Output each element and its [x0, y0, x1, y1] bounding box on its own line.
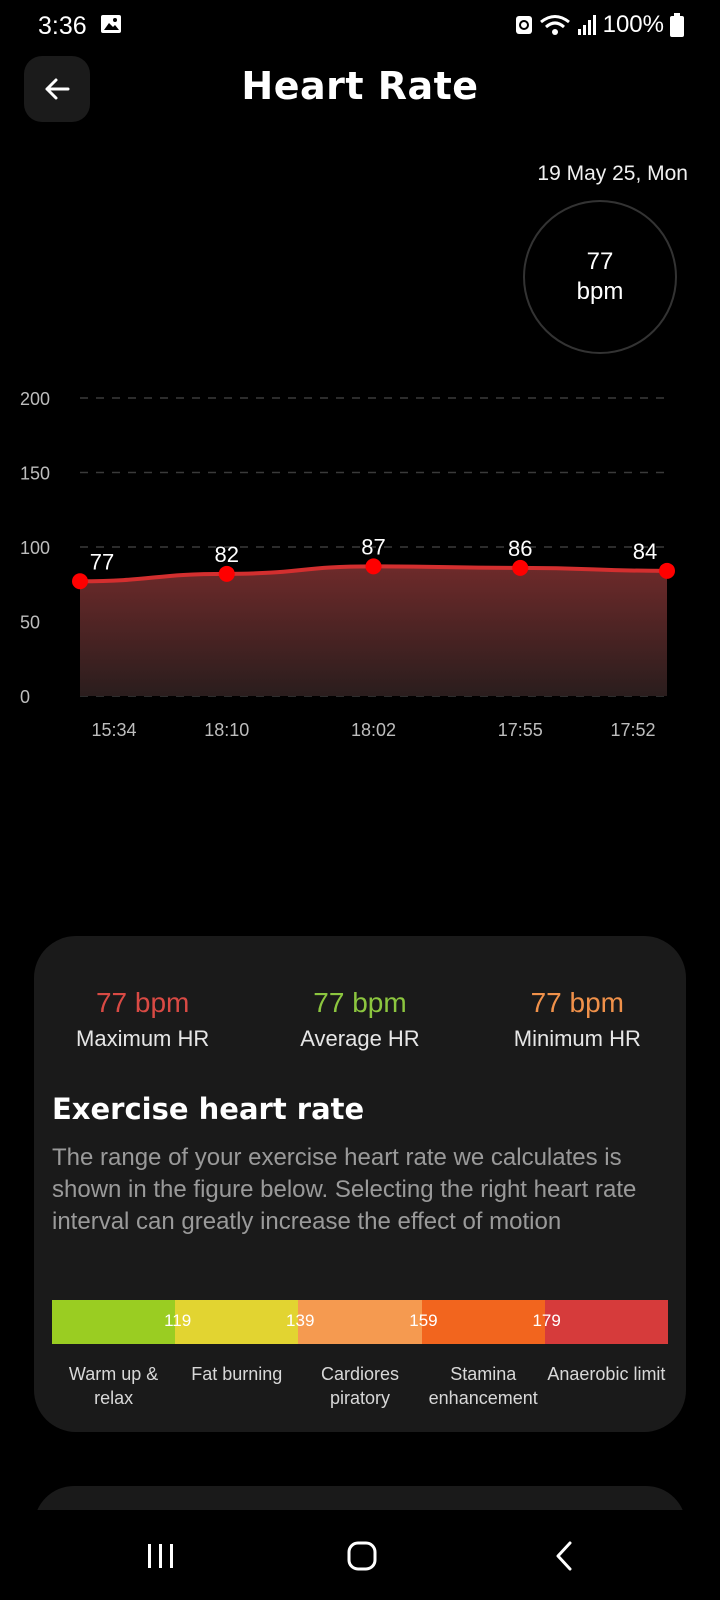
zone-stamina: 179	[421, 1300, 561, 1344]
data-label: 77	[90, 549, 114, 574]
zone-fat-burning: 139	[175, 1300, 314, 1344]
x-tick-label: 15:34	[91, 720, 136, 740]
back-nav-button[interactable]	[544, 1538, 584, 1574]
exercise-description: The range of your exercise heart rate we…	[52, 1144, 637, 1235]
y-tick-label: 150	[20, 464, 50, 484]
nav-bar	[0, 1510, 720, 1600]
zone-boundary: 159	[409, 1311, 438, 1330]
min-hr-stat: 77 bpm Minimum HR	[469, 986, 686, 1052]
data-saver-icon	[515, 16, 532, 34]
battery-percent: 100%	[602, 11, 664, 38]
back-nav-icon	[556, 1541, 572, 1571]
zone-boundary: 139	[286, 1311, 315, 1330]
status-right: 100%	[515, 11, 684, 38]
y-tick-label: 200	[20, 389, 50, 409]
wifi-icon	[539, 15, 570, 35]
zone-labels: Warm up & relax Fat burning Cardiores pi…	[52, 1362, 668, 1410]
avg-hr-stat: 77 bpm Average HR	[251, 986, 468, 1052]
status-bar: 3:36 100%	[0, 0, 720, 50]
recent-apps-button[interactable]	[141, 1538, 181, 1574]
data-label: 82	[215, 542, 239, 567]
y-tick-label: 0	[20, 687, 30, 707]
zone-label-cardio: Cardiores piratory	[320, 1364, 400, 1408]
min-hr-label: Minimum HR	[513, 1026, 641, 1051]
y-tick-label: 50	[20, 613, 40, 633]
data-label: 87	[361, 534, 385, 559]
zone-label-warmup: Warm up & relax	[68, 1364, 159, 1408]
current-bpm-value: 77	[586, 248, 614, 275]
heart-rate-chart: 200 150 100 50 0 77 82 87 86 84 15:34 18:10 18:02 1…	[20, 389, 675, 740]
data-point	[512, 559, 529, 576]
x-tick-label: 17:52	[610, 720, 655, 740]
max-hr-stat: 77 bpm Maximum HR	[34, 986, 251, 1052]
zone-label-stamina: Stamina enhancement	[428, 1364, 538, 1408]
x-tick-label: 17:55	[498, 720, 543, 740]
current-bpm-unit: bpm	[576, 278, 624, 305]
home-icon	[347, 1541, 377, 1571]
avg-hr-value: 77 bpm	[313, 987, 407, 1018]
hr-zone-bar: 119 139 159 179	[52, 1300, 669, 1344]
zone-anaerobic	[544, 1300, 669, 1344]
zone-warmup: 119	[52, 1300, 191, 1344]
date-label: 19 May 25, Mon	[537, 162, 688, 185]
data-label: 84	[633, 539, 657, 564]
max-hr-value: 77 bpm	[95, 987, 190, 1018]
data-point	[659, 562, 675, 579]
x-tick-label: 18:02	[351, 720, 396, 740]
signal-icon	[577, 15, 596, 35]
zone-label-fat-burning: Fat burning	[191, 1364, 283, 1384]
max-hr-label: Maximum HR	[76, 1026, 210, 1051]
recent-apps-icon	[148, 1544, 173, 1568]
app-bar: Heart Rate	[0, 50, 720, 128]
min-hr-value: 77 bpm	[530, 987, 625, 1018]
home-button[interactable]	[342, 1538, 382, 1574]
chart-area	[80, 566, 667, 696]
data-label: 86	[508, 536, 532, 561]
zone-boundary: 179	[532, 1311, 561, 1330]
avg-hr-label: Average HR	[300, 1026, 420, 1051]
page-title: Heart Rate	[241, 64, 479, 108]
zone-cardio: 159	[298, 1300, 438, 1344]
data-point	[218, 565, 235, 582]
gallery-icon	[101, 15, 121, 33]
stats-card: 77 bpm Maximum HR 77 bpm Average HR 77 b…	[34, 936, 686, 1432]
exercise-title: Exercise heart rate	[52, 1092, 365, 1126]
data-point	[365, 558, 382, 575]
y-tick-label: 100	[20, 538, 50, 558]
current-bpm-circle: 77 bpm	[523, 200, 677, 354]
zone-boundary: 119	[164, 1311, 192, 1330]
zone-label-anaerobic: Anaerobic limit	[547, 1364, 666, 1384]
x-tick-label: 18:10	[204, 720, 249, 740]
status-time: 3:36	[38, 12, 87, 40]
hr-stats: 77 bpm Maximum HR 77 bpm Average HR 77 b…	[34, 986, 686, 1052]
battery-icon	[670, 13, 684, 37]
data-point	[72, 573, 88, 590]
